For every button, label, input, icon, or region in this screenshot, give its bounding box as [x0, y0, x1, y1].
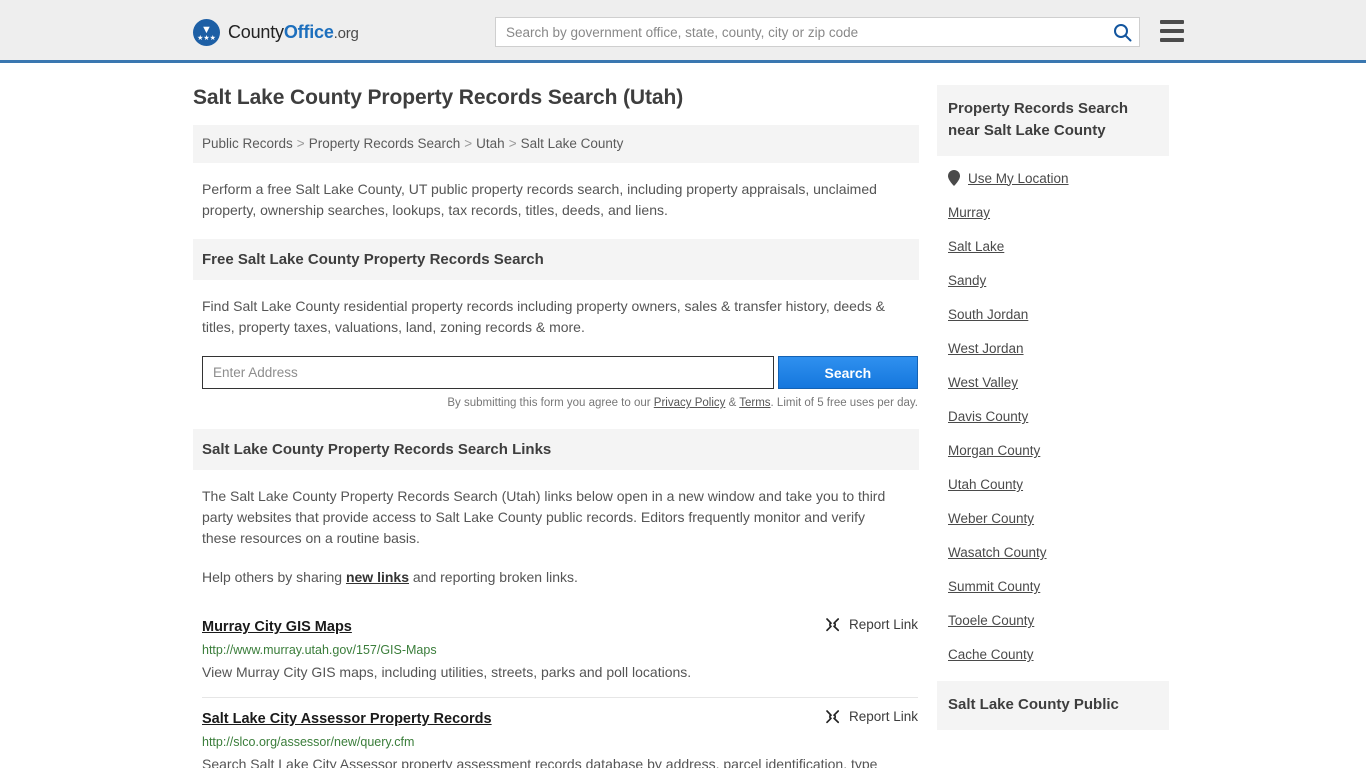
search-input[interactable]	[496, 25, 1105, 40]
sidebar-item-label[interactable]: Salt Lake	[948, 239, 1004, 254]
sidebar-item-weber-county[interactable]: Weber County	[948, 511, 1169, 526]
hamburger-menu-icon[interactable]	[1160, 20, 1184, 42]
logo-text: CountyOffice.org	[228, 22, 359, 43]
sidebar: Property Records Search near Salt Lake C…	[937, 63, 1169, 768]
sidebar-heading: Property Records Search near Salt Lake C…	[937, 85, 1169, 156]
sidebar-item-salt-lake[interactable]: Salt Lake	[948, 239, 1169, 254]
sidebar-item-wasatch-county[interactable]: Wasatch County	[948, 545, 1169, 560]
global-search-bar[interactable]	[495, 17, 1140, 47]
map-pin-icon	[948, 170, 960, 186]
sidebar-item-utah-county[interactable]: Utah County	[948, 477, 1169, 492]
sidebar-item-label[interactable]: Summit County	[948, 579, 1040, 594]
report-link-button[interactable]: Report Link	[824, 708, 918, 725]
eagle-seal-icon: ▼ ★★★	[193, 19, 220, 46]
address-search-form: Search	[202, 356, 918, 389]
list-item: Salt Lake City Assessor Property Records…	[202, 698, 918, 768]
result-link-title[interactable]: Murray City GIS Maps	[202, 619, 352, 635]
sidebar-item-label[interactable]: Sandy	[948, 273, 986, 288]
sidebar-item-label[interactable]: West Jordan	[948, 341, 1024, 356]
breadcrumb-separator: >	[464, 136, 472, 151]
free-search-description: Find Salt Lake County residential proper…	[202, 296, 902, 338]
result-link-url: http://www.murray.utah.gov/157/GIS-Maps	[202, 642, 918, 658]
sidebar-item-label[interactable]: West Valley	[948, 375, 1018, 390]
site-logo[interactable]: ▼ ★★★ CountyOffice.org	[193, 19, 359, 46]
broken-link-icon	[824, 708, 841, 725]
sidebar-item-label[interactable]: Weber County	[948, 511, 1034, 526]
broken-link-icon	[824, 616, 841, 633]
help-prefix: Help others by sharing	[202, 569, 346, 585]
breadcrumb-separator: >	[297, 136, 305, 151]
result-link-description: View Murray City GIS maps, including uti…	[202, 662, 882, 683]
legal-prefix: By submitting this form you agree to our	[447, 397, 653, 409]
terms-link[interactable]: Terms	[739, 397, 770, 409]
legal-suffix: . Limit of 5 free uses per day.	[771, 397, 918, 409]
links-section-heading: Salt Lake County Property Records Search…	[193, 429, 919, 470]
sidebar-item-west-valley[interactable]: West Valley	[948, 375, 1169, 390]
free-search-section-heading: Free Salt Lake County Property Records S…	[193, 239, 919, 280]
breadcrumb: Public Records>Property Records Search>U…	[193, 125, 919, 163]
sidebar-item-summit-county[interactable]: Summit County	[948, 579, 1169, 594]
breadcrumb-separator: >	[509, 136, 517, 151]
report-link-label: Report Link	[849, 709, 918, 724]
page-body: Salt Lake County Property Records Search…	[0, 63, 1366, 768]
logo-text-office: Office	[284, 22, 334, 42]
sidebar-item-davis-county[interactable]: Davis County	[948, 409, 1169, 424]
result-link-description: Search Salt Lake City Assessor property …	[202, 754, 882, 768]
breadcrumb-item-salt-lake-county[interactable]: Salt Lake County	[521, 136, 624, 151]
sidebar-item-label[interactable]: South Jordan	[948, 307, 1028, 322]
links-help-text: Help others by sharing new links and rep…	[202, 567, 902, 588]
result-link-title[interactable]: Salt Lake City Assessor Property Records	[202, 711, 492, 727]
result-link-url: http://slco.org/assessor/new/query.cfm	[202, 734, 918, 750]
search-icon	[1113, 23, 1132, 42]
content-wrapper: Salt Lake County Property Records Search…	[193, 63, 1173, 768]
privacy-policy-link[interactable]: Privacy Policy	[654, 397, 726, 409]
stars-glyph: ★★★	[193, 35, 220, 42]
sidebar-item-label[interactable]: Wasatch County	[948, 545, 1047, 560]
sidebar-item-sandy[interactable]: Sandy	[948, 273, 1169, 288]
sidebar-item-label[interactable]: Murray	[948, 205, 990, 220]
page-intro-text: Perform a free Salt Lake County, UT publ…	[202, 179, 902, 221]
logo-text-org: .org	[334, 25, 359, 42]
sidebar-item-morgan-county[interactable]: Morgan County	[948, 443, 1169, 458]
hamburger-bar-2	[1160, 29, 1184, 33]
search-submit-button[interactable]	[1105, 18, 1139, 46]
address-input[interactable]	[202, 356, 774, 389]
sidebar-second-heading: Salt Lake County Public	[937, 681, 1169, 730]
legal-amp: &	[725, 397, 739, 409]
sidebar-item-label[interactable]: Use My Location	[968, 171, 1069, 186]
sidebar-item-label[interactable]: Morgan County	[948, 443, 1040, 458]
help-suffix: and reporting broken links.	[409, 569, 578, 585]
sidebar-item-murray[interactable]: Murray	[948, 205, 1169, 220]
main-column: Salt Lake County Property Records Search…	[193, 63, 919, 768]
page-title: Salt Lake County Property Records Search…	[193, 85, 919, 111]
sidebar-item-west-jordan[interactable]: West Jordan	[948, 341, 1169, 356]
hamburger-bar-3	[1160, 38, 1184, 42]
sidebar-item-cache-county[interactable]: Cache County	[948, 647, 1169, 662]
list-item: Murray City GIS Maps http://www.murray.u…	[202, 606, 918, 698]
report-link-label: Report Link	[849, 617, 918, 632]
breadcrumb-item-utah[interactable]: Utah	[476, 136, 505, 151]
site-header: ▼ ★★★ CountyOffice.org	[0, 0, 1366, 63]
sidebar-item-label[interactable]: Tooele County	[948, 613, 1034, 628]
sidebar-item-label[interactable]: Davis County	[948, 409, 1028, 424]
sidebar-item-tooele-county[interactable]: Tooele County	[948, 613, 1169, 628]
logo-text-county: County	[228, 22, 284, 42]
links-section-paragraph: The Salt Lake County Property Records Se…	[202, 486, 902, 549]
sidebar-item-label[interactable]: Cache County	[948, 647, 1034, 662]
hamburger-bar-1	[1160, 20, 1184, 24]
breadcrumb-item-public-records[interactable]: Public Records	[202, 136, 293, 151]
report-link-button[interactable]: Report Link	[824, 616, 918, 633]
sidebar-nearby-list: Use My Location Murray Salt Lake Sandy S…	[937, 156, 1169, 662]
breadcrumb-item-property-records-search[interactable]: Property Records Search	[309, 136, 461, 151]
address-search-button[interactable]: Search	[778, 356, 918, 389]
sidebar-item-use-my-location[interactable]: Use My Location	[948, 170, 1169, 186]
new-links-link[interactable]: new links	[346, 569, 409, 585]
form-legal-text: By submitting this form you agree to our…	[202, 397, 918, 409]
sidebar-item-south-jordan[interactable]: South Jordan	[948, 307, 1169, 322]
sidebar-item-label[interactable]: Utah County	[948, 477, 1023, 492]
